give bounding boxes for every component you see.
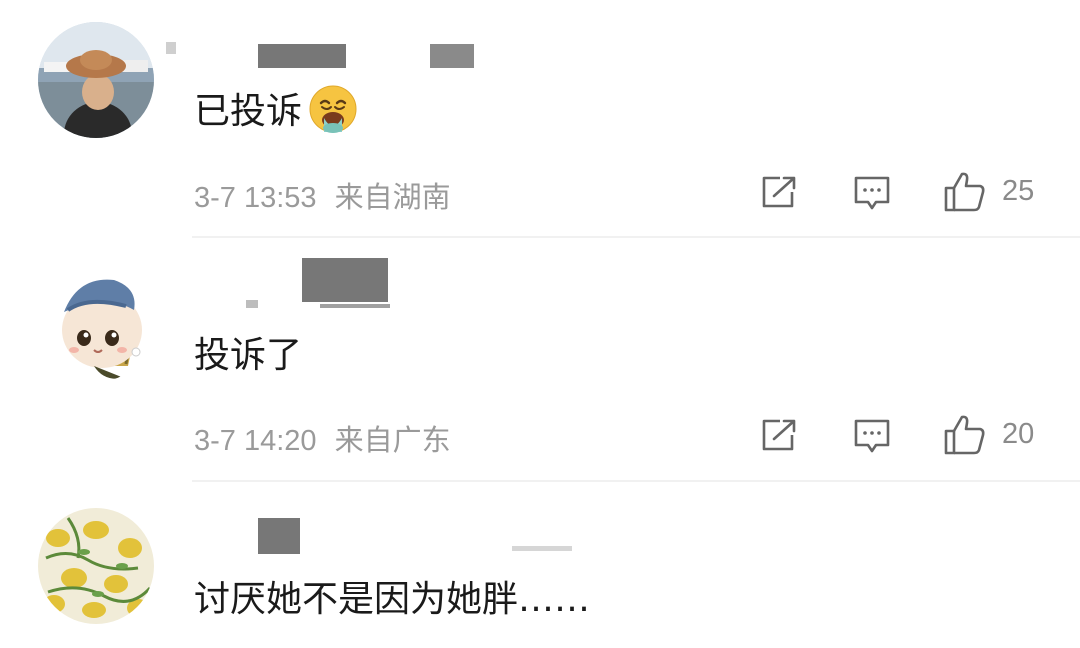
username-fragment bbox=[512, 546, 572, 551]
comment-text: 投诉了 bbox=[194, 335, 303, 376]
reply-button[interactable] bbox=[852, 174, 892, 212]
comment-location: 来自湖南 bbox=[334, 182, 451, 214]
comment-time: 3-7 13:53 bbox=[194, 182, 317, 214]
username-fragment bbox=[166, 42, 176, 54]
thumbs-up-icon bbox=[944, 415, 985, 455]
comment-location: 来自广东 bbox=[334, 425, 451, 457]
share-button[interactable] bbox=[758, 174, 798, 210]
comment-text: 讨厌她不是因为她胖…… bbox=[194, 579, 591, 620]
share-icon bbox=[762, 176, 796, 208]
comment-icon bbox=[854, 176, 890, 210]
like-button[interactable] bbox=[942, 170, 988, 214]
username-redaction bbox=[430, 44, 474, 68]
username-fragment bbox=[246, 300, 258, 308]
avatar[interactable] bbox=[38, 508, 154, 624]
comment-meta: 3-7 13:53 来自湖南 bbox=[194, 174, 451, 216]
share-button[interactable] bbox=[758, 417, 798, 453]
avatar[interactable] bbox=[38, 266, 154, 382]
username-redaction bbox=[302, 258, 388, 302]
comment-item: 已投诉 3-7 13:53 来自湖南 25 bbox=[0, 0, 1080, 240]
divider bbox=[192, 480, 1080, 482]
avatar[interactable] bbox=[38, 22, 154, 138]
share-icon bbox=[762, 419, 796, 451]
like-button[interactable] bbox=[942, 413, 988, 457]
thumbs-up-icon bbox=[944, 172, 985, 212]
nauseated-face-emoji-icon bbox=[308, 84, 358, 134]
username-redaction bbox=[258, 518, 300, 554]
username-fragment bbox=[320, 304, 390, 308]
comment-text: 已投诉 bbox=[194, 85, 358, 138]
comment-body: 已投诉 bbox=[194, 91, 303, 132]
like-count: 20 bbox=[1002, 418, 1035, 450]
comment-icon bbox=[854, 419, 890, 453]
comment-meta: 3-7 14:20 来自广东 bbox=[194, 417, 451, 459]
username-redaction bbox=[258, 44, 346, 68]
divider bbox=[192, 236, 1080, 238]
like-count: 25 bbox=[1002, 175, 1035, 207]
reply-button[interactable] bbox=[852, 417, 892, 455]
comment-time: 3-7 14:20 bbox=[194, 425, 317, 457]
